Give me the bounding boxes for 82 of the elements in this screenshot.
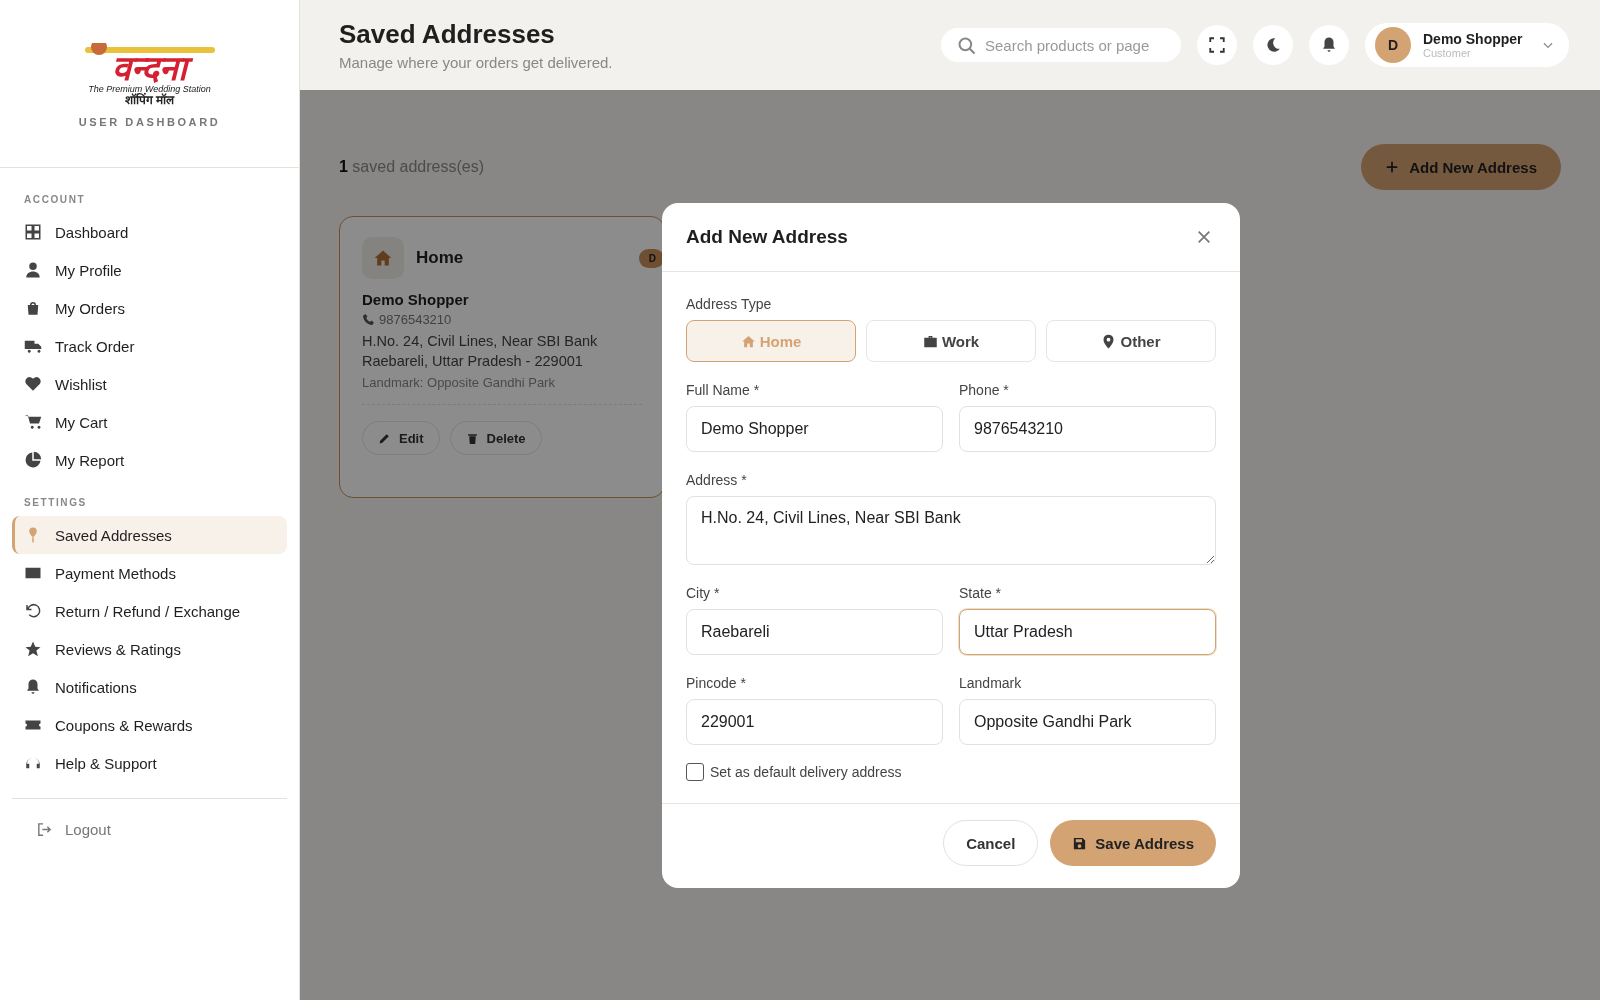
address-type: Home — [416, 248, 465, 268]
sidebar-item[interactable]: My Orders — [12, 289, 287, 327]
address-line: H.No. 24, Civil Lines, Near SBI Bank — [362, 333, 599, 349]
heart-icon — [24, 375, 42, 393]
page-title: Saved Addresses — [339, 19, 556, 50]
bell-icon — [24, 678, 42, 696]
fullscreen-icon — [1208, 36, 1226, 54]
star-icon — [24, 640, 42, 658]
cart-icon — [24, 413, 42, 431]
section-title: ACCOUNT — [23, 193, 87, 207]
sidebar-item[interactable]: My Cart — [12, 403, 287, 441]
save-address-button[interactable]: Save Address — [1050, 820, 1216, 866]
sidebar-item[interactable]: Help & Support — [12, 744, 287, 782]
page-subtitle: Manage where your orders get delivered. — [339, 54, 613, 71]
logo: वन्दना The Premium Wedding Station शॉपिंग मॉल — [84, 39, 215, 106]
input-field[interactable]: Uttar Pradesh — [959, 609, 1216, 655]
dashboard-caption: USER DASHBOARD — [78, 116, 221, 128]
field-label: Full Name * — [686, 382, 761, 398]
phone-number: 9876543210 — [379, 312, 452, 327]
address-type-option[interactable]: Other — [1046, 320, 1216, 362]
user-name: Demo Shopper — [1423, 31, 1524, 47]
delete-button[interactable]: Delete — [449, 421, 542, 455]
field-label: City * — [686, 585, 721, 601]
sidebar-item[interactable]: Payment Methods — [12, 554, 287, 592]
close-icon — [1196, 229, 1212, 245]
field-label: Landmark — [959, 675, 1023, 691]
field-label: Address * — [686, 472, 748, 488]
field-label: State * — [959, 585, 1003, 601]
sidebar-item[interactable]: My Profile — [12, 251, 287, 289]
input-field[interactable]: Opposite Gandhi Park — [959, 699, 1216, 745]
logout-link[interactable]: Logout — [12, 817, 287, 841]
input-field[interactable]: 229001 — [686, 699, 943, 745]
address-line: Raebareli, Uttar Pradesh - 229001 — [362, 353, 584, 369]
bell-icon — [1320, 36, 1338, 54]
sidebar-item[interactable]: Reviews & Ratings — [12, 630, 287, 668]
user-icon — [24, 261, 42, 279]
input-field[interactable]: Raebareli — [686, 609, 943, 655]
plus-icon — [1385, 160, 1400, 174]
fullscreen-button[interactable] — [1197, 25, 1237, 65]
user-role: Customer — [1423, 47, 1472, 59]
pencil-icon — [378, 431, 391, 445]
field-label: Address Type — [686, 296, 773, 312]
input-field[interactable]: 9876543210 — [959, 406, 1216, 452]
checkbox-label: Set as default delivery address — [710, 764, 902, 780]
briefcase-icon — [922, 333, 938, 349]
sidebar-item[interactable]: Return / Refund / Exchange — [12, 592, 287, 630]
address-field[interactable]: H.No. 24, Civil Lines, Near SBI Bank — [686, 496, 1216, 565]
section-title: SETTINGS — [23, 496, 88, 510]
trash-icon — [465, 431, 479, 445]
sidebar-item[interactable]: Saved Addresses — [12, 516, 287, 554]
sign-out-icon — [36, 820, 53, 838]
user-menu[interactable]: D Demo Shopper Customer — [1365, 23, 1569, 67]
sidebar-item[interactable]: Wishlist — [12, 365, 287, 403]
dark-mode-button[interactable] — [1253, 25, 1293, 65]
recipient-name: Demo Shopper — [362, 291, 470, 308]
field-label: Phone * — [959, 382, 1010, 398]
avatar: D — [1375, 27, 1411, 63]
dashboard-icon — [24, 223, 42, 241]
pie-chart-icon — [24, 451, 42, 469]
sidebar-item[interactable]: Dashboard — [12, 213, 287, 251]
sidebar-item[interactable]: Coupons & Rewards — [12, 706, 287, 744]
sidebar-item[interactable]: Notifications — [12, 668, 287, 706]
search-icon — [957, 36, 977, 56]
phone-icon — [362, 313, 375, 326]
input-field[interactable]: Demo Shopper — [686, 406, 943, 452]
default-badge: D — [638, 248, 664, 268]
address-count: 1 saved address(es) — [339, 158, 484, 176]
notifications-button[interactable] — [1309, 25, 1349, 65]
search-field[interactable]: Search products or page — [941, 28, 1181, 62]
sidebar-item[interactable]: My Report — [12, 441, 287, 479]
modal-title: Add New Address — [686, 226, 848, 248]
edit-button[interactable]: Edit — [362, 421, 440, 455]
moon-icon — [1264, 36, 1282, 54]
field-label: Pincode * — [686, 675, 747, 691]
undo-icon — [24, 602, 42, 620]
home-icon — [740, 333, 756, 349]
cancel-button[interactable]: Cancel — [943, 820, 1039, 866]
checkbox[interactable] — [686, 763, 704, 781]
address-type-option[interactable]: Work — [866, 320, 1036, 362]
landmark-text: Landmark: Opposite Gandhi Park — [362, 375, 642, 405]
home-icon — [362, 237, 404, 279]
sidebar-item[interactable]: Track Order — [12, 327, 287, 365]
